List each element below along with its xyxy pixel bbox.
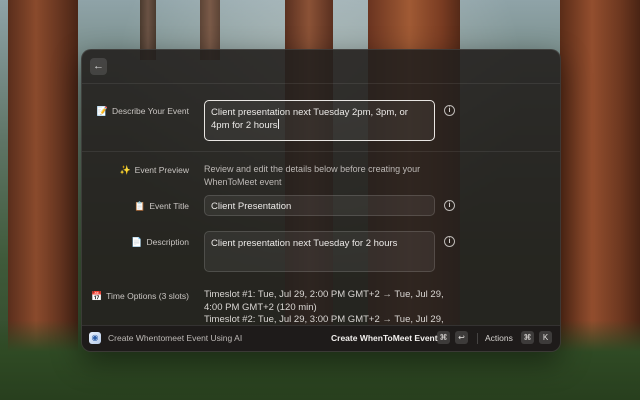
sparkles-icon: ✨ <box>119 165 131 175</box>
extension-window: ← 📝 Describe Your Event Client presentati… <box>81 49 561 352</box>
k-key-icon: K <box>539 331 552 344</box>
describe-event-label: 📝 Describe Your Event <box>96 106 189 116</box>
back-button[interactable]: ← <box>90 58 107 75</box>
info-icon[interactable]: i <box>444 236 455 247</box>
arrow-left-icon: ← <box>93 60 104 72</box>
time-options-list: Timeslot #1: Tue, Jul 29, 2:00 PM GMT+2 … <box>204 289 444 327</box>
info-icon[interactable]: i <box>444 105 455 116</box>
actions-button[interactable]: Actions <box>485 333 513 343</box>
footer-separator <box>477 333 478 344</box>
event-title-input[interactable]: Client Presentation <box>204 195 435 216</box>
event-preview-label: ✨ Event Preview <box>119 165 189 175</box>
describe-event-textarea[interactable]: Client presentation next Tuesday 2pm, 3p… <box>204 100 435 141</box>
event-title-label: 📋 Event Title <box>134 201 189 211</box>
extension-app-icon: ◉ <box>89 332 101 344</box>
info-icon[interactable]: i <box>444 200 455 211</box>
top-bar: ← <box>82 50 560 84</box>
extension-title: Create Whentomeet Event Using AI <box>108 333 243 343</box>
page-icon: 📄 <box>131 237 143 247</box>
memo-icon: 📝 <box>96 106 108 116</box>
action-bar: ◉ Create Whentomeet Event Using AI Creat… <box>82 325 560 351</box>
timeslot-item: Timeslot #1: Tue, Jul 29, 2:00 PM GMT+2 … <box>204 289 444 313</box>
return-key-icon: ↩ <box>455 331 468 344</box>
create-event-button[interactable]: Create WhenToMeet Event <box>331 333 438 343</box>
description-label: 📄 Description <box>131 237 189 247</box>
event-preview-text: Review and edit the details below before… <box>204 164 421 187</box>
calendar-icon: 📅 <box>90 291 103 301</box>
command-key-icon: ⌘ <box>521 331 534 344</box>
time-options-label: 📅 Time Options (3 slots) <box>90 291 189 301</box>
description-textarea[interactable]: Client presentation next Tuesday for 2 h… <box>204 231 435 272</box>
section-divider <box>82 151 560 152</box>
command-key-icon: ⌘ <box>437 331 450 344</box>
clipboard-icon: 📋 <box>134 201 146 211</box>
